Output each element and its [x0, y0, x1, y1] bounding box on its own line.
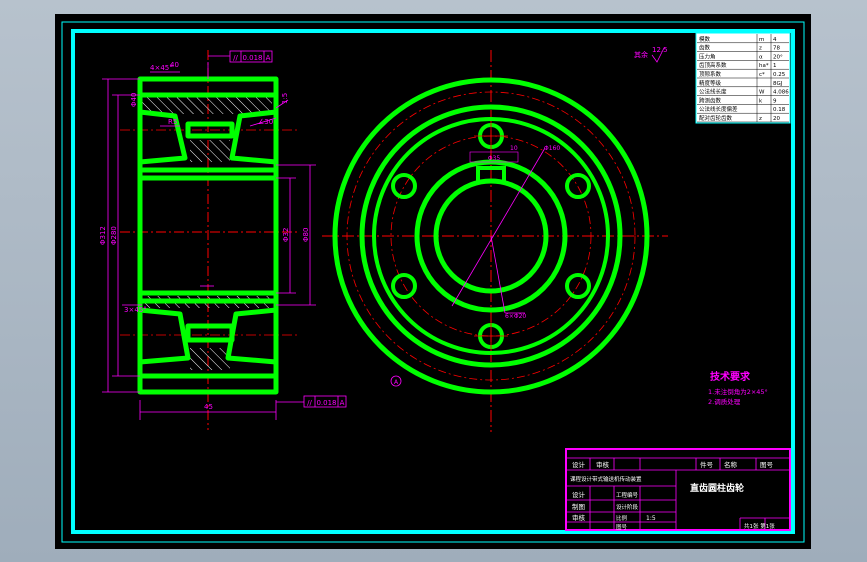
title-role: 制图: [572, 502, 585, 511]
roughness-value: 12.5: [652, 46, 668, 54]
param-cell: 跨测齿数: [699, 96, 722, 104]
param-cell: c*: [759, 72, 765, 78]
title-top-cell: 名称: [724, 460, 738, 469]
param-cell: W: [759, 90, 765, 96]
roughness-note: 其余: [634, 50, 648, 59]
tech-req-heading: 技术要求: [710, 370, 751, 383]
dim-width: 45: [204, 403, 213, 411]
param-cell: 精度等级: [699, 79, 722, 87]
param-cell: m: [759, 37, 764, 43]
tech-req-item: 1.未注倒角为2×45°: [708, 387, 768, 396]
param-cell: 压力角: [699, 52, 716, 60]
tol-bottom-datum: A: [340, 399, 345, 407]
tol-top-value: 0.018: [242, 54, 262, 62]
title-field: 工程编号: [616, 491, 639, 499]
param-cell: 公法线长度偏差: [699, 105, 738, 113]
dim-outer-dia: Φ312: [99, 226, 107, 245]
dim-angle: ∠30: [258, 118, 273, 126]
param-cell: z: [759, 46, 762, 52]
title-field: 比例: [616, 514, 628, 522]
param-cell: 齿顶高系数: [699, 61, 727, 69]
param-cell: α: [759, 54, 763, 60]
title-top-cell: 设计: [572, 460, 586, 469]
tol-bottom-symbol: //: [307, 399, 312, 407]
dim-bore-dia: Φ32: [282, 228, 290, 242]
hatch-top-hub: [190, 140, 230, 162]
dim-chamfer-bottom: 3×45°: [124, 306, 147, 314]
dim-root-dia: Φ280: [110, 226, 118, 245]
keyway-width-label: Φ35: [488, 155, 501, 162]
title-field: 图号: [616, 523, 628, 531]
dim-web-dia: Φ40: [130, 93, 138, 107]
param-cell: z: [759, 116, 762, 122]
hatch-top-web: [142, 96, 272, 114]
param-cell: 配对齿轮齿数: [699, 114, 733, 122]
param-cell: 9: [773, 98, 777, 104]
title-scale: 1:5: [646, 515, 656, 522]
param-cell: 8GJ: [773, 81, 783, 87]
title-role: 审核: [572, 513, 586, 522]
title-top-cell: 图号: [760, 461, 774, 469]
param-cell: 1: [773, 63, 777, 69]
title-sheet: 共1张 第1张: [744, 522, 775, 530]
param-cell: 20: [773, 116, 780, 122]
param-cell: 顶隙系数: [699, 70, 722, 78]
param-cell: 模数: [699, 35, 711, 43]
title-field: 设计阶段: [616, 503, 639, 511]
param-cell: 78: [773, 46, 780, 52]
param-cell: 4.086: [773, 90, 789, 96]
title-drawing-name: 直齿圆柱齿轮: [690, 482, 744, 494]
param-cell: 公法线长度: [699, 88, 727, 96]
parameter-table: 模数 m 4 齿数 z 78 压力角 α 20° 齿顶高系数 ha* 1 顶隙系数 c* 0.25 精度等级 8…: [695, 32, 791, 124]
title-top-cell: 件号: [700, 460, 714, 469]
title-project: 课程设计带式输送机传动装置: [570, 475, 642, 483]
title-top-cell: 审核: [596, 460, 610, 469]
keyway-label: 10: [510, 145, 518, 152]
param-cell: 20°: [773, 54, 783, 60]
tech-req-item: 2.调质处理: [708, 397, 741, 406]
param-cell: ha*: [759, 63, 769, 69]
pcd-label: Φ160: [544, 145, 560, 152]
dim-taper: 1:5: [281, 93, 289, 104]
param-cell: 4: [773, 37, 777, 43]
param-cell: 0.18: [773, 107, 786, 113]
dim-fillet: R5: [168, 118, 177, 126]
drawing-canvas: // 0.018 A // 0.018 A 4×45° 3×45° Φ312 Φ…: [55, 14, 811, 549]
title-role: 设计: [572, 490, 586, 499]
tol-top-datum: A: [266, 54, 271, 62]
param-cell: 齿数: [699, 44, 711, 52]
tol-bottom-value: 0.018: [316, 399, 336, 407]
param-cell: 0.25: [773, 72, 786, 78]
dim-hub-dia: Φ80: [302, 228, 310, 242]
hatch-bottom-hub: [190, 348, 230, 370]
hole-label: 6×Φ20: [505, 313, 526, 320]
dim-bore-width: 40: [170, 61, 179, 69]
tol-top-symbol: //: [233, 54, 238, 62]
